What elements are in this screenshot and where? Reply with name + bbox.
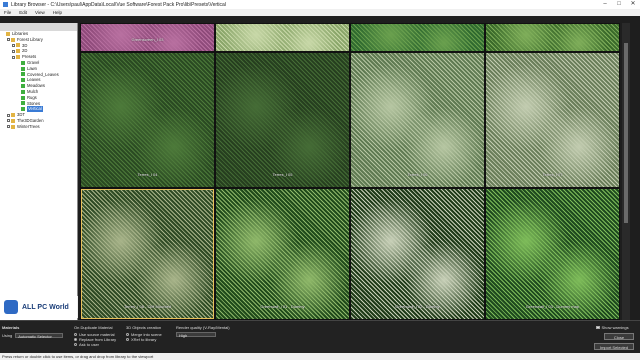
radio-icon[interactable] <box>126 333 129 336</box>
thumbnail-label: Greenscreen_I 03 <box>131 37 164 42</box>
watermark-logo: ALL PC World <box>0 296 78 318</box>
expander-icon[interactable] <box>7 125 10 129</box>
preset-icon <box>21 78 25 83</box>
import-selected-button[interactable]: Import Selected <box>594 343 634 350</box>
preset-icon <box>21 72 25 77</box>
thumbnail-label: Greenwall_I 01 - Dummy <box>260 304 305 309</box>
thumbnail-tile[interactable] <box>351 24 484 51</box>
thumbnail-label: Terres_I 06 <box>407 172 428 177</box>
using-label: Using <box>2 333 13 338</box>
folder-icon <box>16 49 20 54</box>
thumbnail-label: Terres_I 05 <box>272 172 293 177</box>
thumbnail-tile[interactable]: Terres_I 06 <box>351 53 484 187</box>
preset-icon <box>21 66 25 71</box>
folder-icon <box>11 124 15 129</box>
render-label: Render quality (V-Ray/Mental) <box>176 325 230 330</box>
render-select[interactable]: High <box>176 332 216 338</box>
folder-icon <box>16 43 20 48</box>
folder-icon <box>6 31 10 36</box>
close-button[interactable]: Close <box>604 333 634 340</box>
thumbnail-label: Greenwall_I 03 - Dummy map <box>525 304 580 309</box>
preset-icon <box>21 84 25 89</box>
minimize-button[interactable]: – <box>598 0 612 9</box>
show-warnings-checkbox[interactable] <box>596 325 600 330</box>
thumbnail-tile[interactable]: Terres_I 04 <box>81 53 214 187</box>
tree-header <box>0 23 77 31</box>
thumbnail-tile[interactable] <box>486 24 619 51</box>
tree-item-label: Vertical <box>27 106 43 113</box>
menu-bar: File Edit View Help <box>0 9 640 16</box>
thumbnail-tile[interactable]: Greenscreen_I 03 <box>81 24 214 51</box>
tree-item[interactable]: WinterTrees <box>0 124 77 130</box>
expander-icon[interactable] <box>7 38 10 42</box>
thumbnail-tile[interactable]: Terres_I 07 <box>486 53 619 187</box>
preset-icon <box>21 60 25 65</box>
radio-label: XRef to library <box>131 337 157 342</box>
radio-icon[interactable] <box>74 338 77 341</box>
expander-icon[interactable] <box>12 55 15 59</box>
expander-icon[interactable] <box>12 43 15 47</box>
menu-help[interactable]: Help <box>49 10 66 15</box>
thumbnail-label: Terres_I 04 <box>137 172 158 177</box>
folder-icon <box>11 113 15 118</box>
preset-icon <box>21 101 25 106</box>
title-bar: Library Browser - C:\Users\paul\AppData\… <box>0 0 640 9</box>
close-window-button[interactable]: ✕ <box>626 0 640 9</box>
app-icon <box>3 2 8 7</box>
tree-item-label: WinterTrees <box>17 123 40 129</box>
folder-icon <box>11 37 15 42</box>
preset-icon <box>21 107 25 112</box>
expander-icon[interactable] <box>7 119 10 123</box>
thumbnail-tile[interactable] <box>216 24 349 51</box>
thumbnail-grid: Greenscreen_I 03 Terres_I 04 Terres_I 05 Te… <box>80 23 620 320</box>
materials-label: Materials <box>2 325 20 330</box>
thumbnail-tile[interactable]: Greenwall_I 03 - Dummy map <box>486 189 619 319</box>
status-bar: Press return or double click to use item… <box>0 353 640 360</box>
thumbnail-tile[interactable]: Greenwall_I 01 - Dummy <box>216 189 349 319</box>
thumbnail-label: Terres_I 07 <box>542 172 563 177</box>
duplicate-label: On Duplicate Material <box>74 325 113 330</box>
show-warnings-label: Show warnings <box>601 325 629 330</box>
radio-option[interactable]: XRef to library <box>126 337 162 342</box>
window-title: Library Browser - C:\Users\paul\AppData\… <box>11 1 226 8</box>
radio-icon[interactable] <box>126 338 129 341</box>
thumbnail-tile[interactable]: Greenwall_I 02 - Dummy <box>351 189 484 319</box>
objects-label: 3D Objects creation <box>126 325 162 330</box>
scrollbar-thumb[interactable] <box>624 43 628 223</box>
watermark-icon <box>4 300 18 314</box>
maximize-button[interactable]: □ <box>612 0 626 9</box>
preset-icon <box>21 89 25 94</box>
using-select[interactable]: Automatic Selector <box>15 333 64 339</box>
radio-label: Ask to user <box>79 342 100 347</box>
radio-icon[interactable] <box>74 343 77 346</box>
expander-icon[interactable] <box>12 49 15 53</box>
folder-icon <box>16 55 20 60</box>
thumbnail-tile[interactable]: Terres_I 05 <box>216 53 349 187</box>
menu-file[interactable]: File <box>0 10 15 15</box>
preset-icon <box>21 95 25 100</box>
grid-scrollbar[interactable] <box>622 23 630 320</box>
radio-option[interactable]: Ask to user <box>74 342 116 347</box>
menu-edit[interactable]: Edit <box>15 10 31 15</box>
library-tree: Libraries Forest Library 3D 2D Presets Gravel… <box>0 23 78 320</box>
options-panel: Materials Using Automatic Selector On Du… <box>0 320 640 353</box>
expander-icon[interactable] <box>7 113 10 117</box>
tree-item-label: Forest Library <box>17 36 43 42</box>
radio-icon[interactable] <box>74 333 77 336</box>
folder-icon <box>11 118 15 123</box>
menu-view[interactable]: View <box>31 10 49 15</box>
thumbnail-label: Greenwall_I 02 - Dummy <box>395 304 440 309</box>
thumbnail-label: Terres_I 08 - Cliff Mounted <box>123 304 172 309</box>
watermark-text: ALL PC World <box>22 303 69 311</box>
thumbnail-tile[interactable]: Terres_I 08 - Cliff Mounted <box>81 189 214 319</box>
